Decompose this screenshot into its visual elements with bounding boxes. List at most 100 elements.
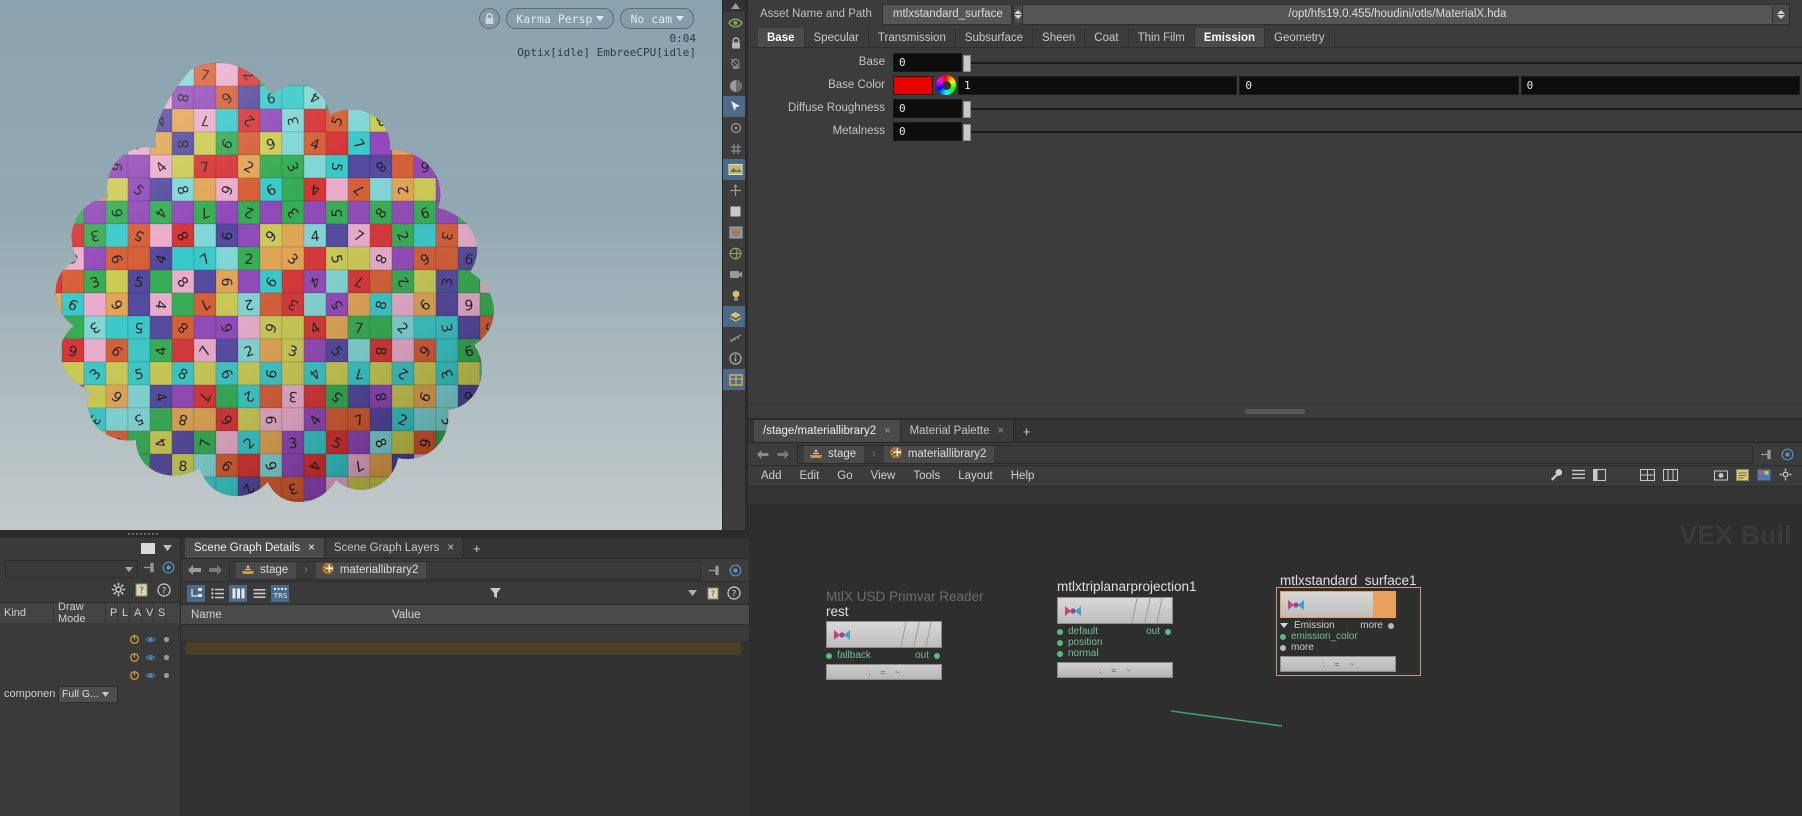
chevron-down-icon[interactable] [163, 542, 172, 554]
dot-icon[interactable] [162, 653, 171, 662]
node-mtlxstandard-surface1[interactable]: mtlxstandard_surface1 Emission emission_… [1276, 573, 1421, 676]
tab-sheen[interactable]: Sheen [1033, 28, 1086, 47]
note-icon[interactable] [1736, 468, 1749, 484]
pin-icon[interactable] [707, 563, 722, 577]
add-tab-button[interactable]: + [1014, 420, 1040, 442]
scene-graph-path-bar[interactable]: stage › materiallibrary2 [181, 559, 749, 582]
lock-icon[interactable] [479, 8, 501, 29]
trs-icon[interactable]: TRS [271, 584, 289, 602]
node-flags[interactable] [900, 622, 944, 647]
scene-graph-tab-strip[interactable]: Scene Graph Details × Scene Graph Layers × + [181, 538, 749, 559]
chevron-down-icon[interactable] [1280, 623, 1288, 628]
list-icon[interactable] [1572, 469, 1585, 483]
color-wheel-icon[interactable] [936, 75, 956, 95]
tab-specular[interactable]: Specular [804, 28, 869, 47]
network-path-bar[interactable]: stage › materiallibrary2 [748, 443, 1802, 466]
menu-go[interactable]: Go [828, 470, 861, 482]
asset-name-combo[interactable]: mtlxstandard_surface [881, 3, 1022, 25]
node-body[interactable] [1280, 591, 1396, 618]
node-footer[interactable]: : = ~ [1057, 662, 1173, 678]
tab-emission[interactable]: Emission [1194, 28, 1266, 47]
tab-transmission[interactable]: Transmission [868, 28, 956, 47]
network-menu-bar[interactable]: Add Edit Go View Tools Layout Help [748, 466, 1802, 487]
add-tab-button[interactable]: + [464, 538, 490, 558]
column-header[interactable]: V [142, 603, 154, 623]
rows-icon[interactable] [250, 585, 268, 602]
list-icon[interactable] [208, 585, 226, 602]
columns-icon[interactable] [229, 584, 247, 602]
close-icon[interactable]: × [997, 425, 1003, 437]
scene-graph-toolbar[interactable]: TRS ? ? [181, 582, 749, 605]
eye-icon[interactable] [146, 653, 155, 662]
gear-icon[interactable] [111, 582, 126, 600]
target-icon[interactable] [162, 561, 175, 577]
menu-tools[interactable]: Tools [904, 470, 949, 482]
scene-graph-tab[interactable]: Scene Graph Details × [185, 538, 325, 558]
menu-view[interactable]: View [862, 470, 905, 482]
network-breadcrumb[interactable]: stage › materiallibrary2 [797, 444, 1753, 464]
table-row[interactable] [185, 642, 741, 655]
asset-path-combo[interactable]: /opt/hfs19.0.455/houdini/otls/MaterialX.… [1021, 3, 1790, 25]
render-viewport[interactable]: 2358694723586947235869472358694723586947… [0, 0, 722, 530]
pin-icon[interactable] [143, 562, 157, 576]
hierarchy-icon[interactable] [187, 584, 205, 602]
scrollbar-grip[interactable] [1245, 409, 1305, 414]
tab-geometry[interactable]: Geometry [1265, 28, 1335, 47]
help-icon[interactable]: ? [725, 585, 743, 602]
node-rest[interactable]: MtlX USD Primvar Reader rest fallback ou… [826, 589, 984, 680]
dot-icon[interactable] [162, 635, 171, 644]
color-channel-b[interactable]: 0 [1520, 75, 1800, 95]
menu-layout[interactable]: Layout [949, 470, 1002, 482]
parameter-value-input[interactable]: 0 [893, 121, 962, 141]
chevron-down-icon[interactable] [683, 585, 701, 602]
node-body[interactable] [826, 621, 944, 648]
node-flags[interactable] [1131, 598, 1175, 623]
breadcrumb-item[interactable]: materiallibrary2 [315, 561, 427, 579]
forward-button[interactable] [208, 563, 223, 577]
help-icon[interactable]: ? [157, 582, 171, 600]
asset-name-spinner[interactable] [1012, 5, 1022, 23]
settings-icon[interactable] [1779, 468, 1792, 484]
node-footer[interactable]: : = ~ [826, 664, 942, 680]
node-body[interactable] [1057, 597, 1175, 624]
node-mtlxtriplanarprojection1[interactable]: mtlxtriplanarprojection1 default positio… [1057, 579, 1197, 678]
close-icon[interactable]: × [308, 542, 315, 554]
node-footer[interactable]: : = ~ [1280, 656, 1396, 672]
menu-add[interactable]: Add [752, 470, 790, 482]
network-tab-strip[interactable]: /stage/materiallibrary2 × Material Palette… [748, 420, 1802, 443]
parameter-slider[interactable] [963, 54, 1802, 72]
draw-mode-cell[interactable]: Full G... [58, 685, 118, 703]
forward-button[interactable] [776, 447, 791, 461]
tab-subsurface[interactable]: Subsurface [955, 28, 1034, 47]
column-header[interactable]: L [118, 603, 130, 623]
row-toggles[interactable] [130, 635, 180, 644]
panel-icon[interactable] [1593, 468, 1606, 484]
menu-edit[interactable]: Edit [790, 470, 828, 482]
target-icon[interactable] [728, 563, 743, 577]
bookmark-icon[interactable]: ? [704, 585, 722, 602]
filter-icon[interactable] [486, 585, 504, 602]
row-toggles[interactable] [130, 653, 180, 662]
power-icon[interactable] [130, 653, 139, 662]
power-icon[interactable] [130, 671, 139, 680]
preset-icon[interactable]: ? [135, 583, 148, 600]
column-header[interactable]: S [154, 603, 166, 623]
palette-icon[interactable] [1757, 469, 1771, 484]
color-chip[interactable] [141, 542, 155, 554]
color-swatch[interactable] [893, 75, 933, 95]
menu-help[interactable]: Help [1002, 470, 1044, 482]
row-toggles[interactable] [130, 671, 180, 680]
viewport-camera-controls[interactable]: Karma Persp No cam [479, 8, 694, 29]
scene-graph-tab[interactable]: Scene Graph Layers × [324, 538, 465, 558]
power-icon[interactable] [130, 635, 139, 644]
asset-path-spinner[interactable] [1772, 5, 1789, 23]
tab-thin-film[interactable]: Thin Film [1128, 28, 1195, 47]
camera-selector[interactable]: Karma Persp [506, 8, 615, 29]
back-button[interactable] [755, 447, 770, 461]
column-header[interactable]: P [106, 603, 118, 623]
snapshot-icon[interactable] [1714, 469, 1728, 484]
breadcrumb-item[interactable]: stage [236, 561, 297, 579]
tab-base[interactable]: Base [758, 28, 805, 47]
network-tab[interactable]: /stage/materiallibrary2 × [754, 420, 901, 442]
column-header[interactable]: Draw Mode [54, 601, 106, 625]
